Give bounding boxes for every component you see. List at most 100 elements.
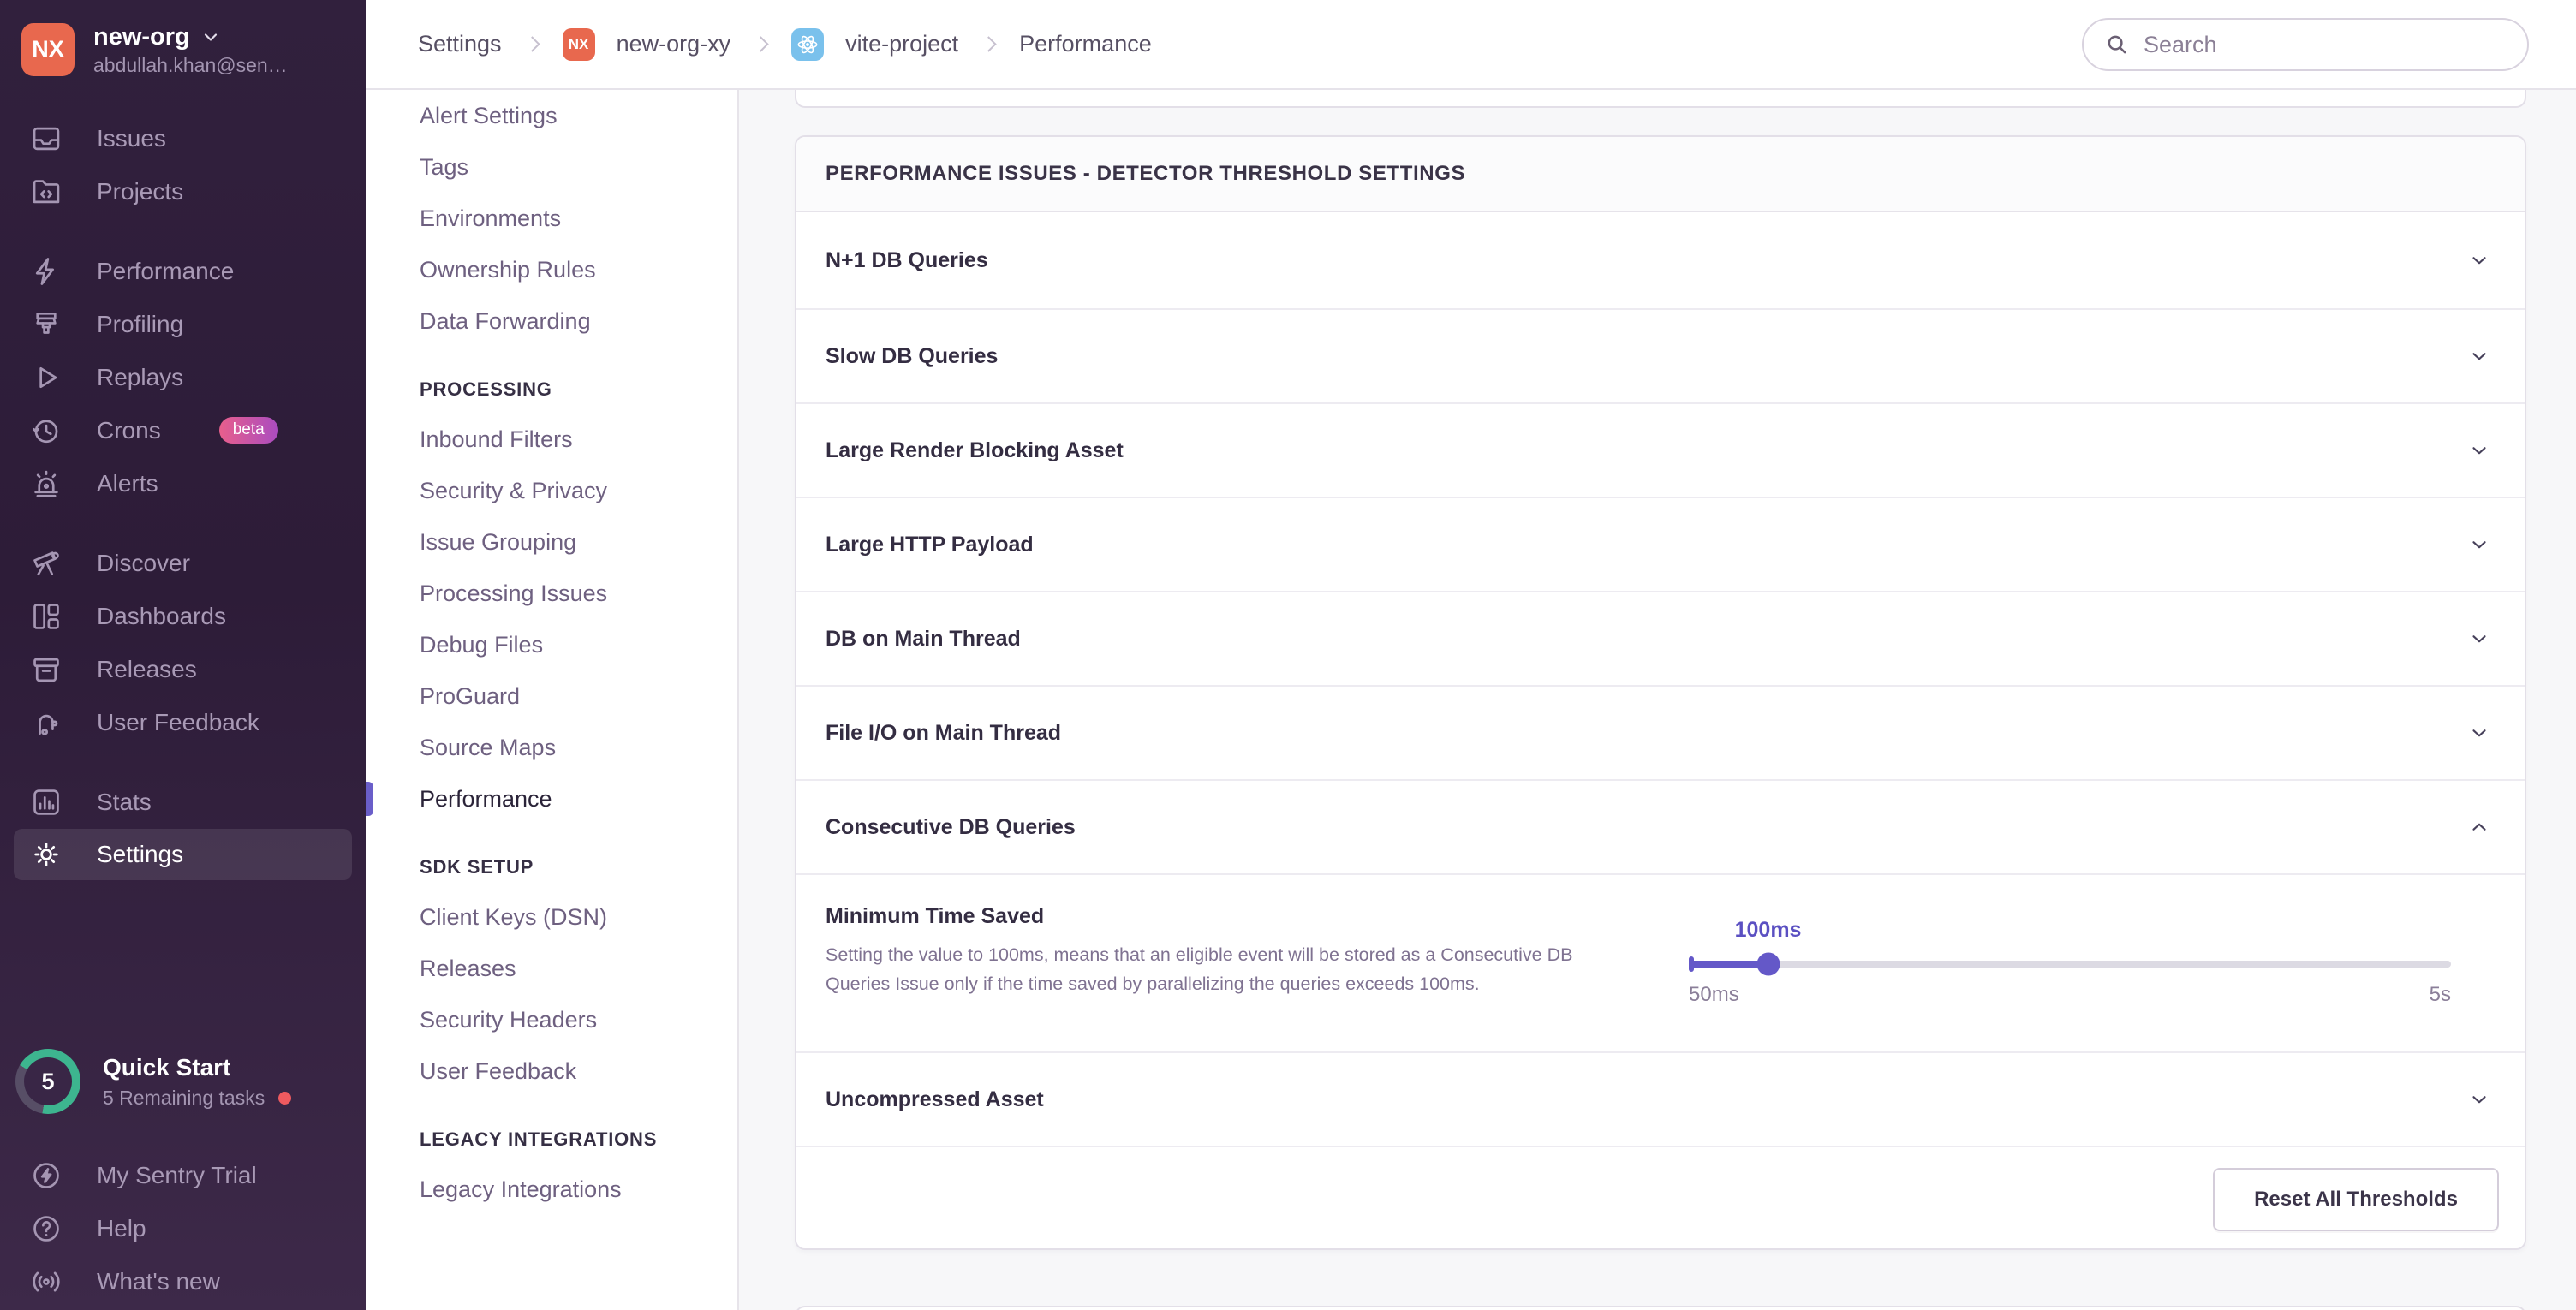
slider-track[interactable]	[1689, 961, 2451, 968]
help-icon	[30, 1212, 63, 1245]
settings-nav-security-headers[interactable]: Security Headers	[366, 994, 737, 1045]
sidebar-item-discover[interactable]: Discover	[0, 537, 366, 590]
search-box[interactable]	[2082, 18, 2529, 71]
sidebar-item-label: User Feedback	[97, 709, 259, 736]
reset-all-thresholds-button[interactable]: Reset All Thresholds	[2213, 1168, 2499, 1231]
previous-panel-stub	[795, 90, 2526, 108]
sidebar-item-label: Discover	[97, 550, 190, 577]
quick-start[interactable]: 5 Quick Start 5 Remaining tasks	[15, 1049, 291, 1114]
issues-icon	[30, 122, 63, 155]
accordion-row-label: N+1 DB Queries	[826, 248, 988, 273]
settings-nav-processing-issues[interactable]: Processing Issues	[366, 568, 737, 619]
org-badge: NX	[563, 28, 595, 61]
sidebar-item-label: Performance	[97, 258, 234, 285]
accordion-row-n-plus-1-db-queries[interactable]: N+1 DB Queries	[796, 212, 2525, 308]
chevron-down-icon	[2468, 1088, 2490, 1111]
chevron-right-icon	[753, 36, 768, 51]
sidebar-item-user-feedback[interactable]: User Feedback	[0, 696, 366, 749]
main-content: PERFORMANCE ISSUES - DETECTOR THRESHOLD …	[739, 90, 2576, 1310]
top-bar: Settings NX new-org-xy vite-project Perf…	[366, 0, 2576, 90]
trial-icon	[30, 1159, 63, 1192]
search-icon	[2104, 32, 2130, 57]
breadcrumb-settings[interactable]: Settings	[418, 31, 502, 57]
app-root: NX new-org abdullah.khan@sen… Issues Pro…	[0, 0, 2576, 1310]
react-project-icon	[791, 28, 824, 61]
breadcrumb-page[interactable]: Performance	[1019, 31, 1152, 57]
settings-nav-releases[interactable]: Releases	[366, 943, 737, 994]
sidebar-item-label: Alerts	[97, 470, 158, 497]
clock-icon	[30, 414, 63, 447]
settings-nav-debug-files[interactable]: Debug Files	[366, 619, 737, 670]
breadcrumb-project[interactable]: vite-project	[845, 31, 958, 57]
settings-nav-environments[interactable]: Environments	[366, 193, 737, 244]
panel-title: PERFORMANCE ISSUES - DETECTOR THRESHOLD …	[796, 137, 2525, 212]
accordion-row-large-http-payload[interactable]: Large HTTP Payload	[796, 497, 2525, 591]
sidebar-item-dashboards[interactable]: Dashboards	[0, 590, 366, 643]
settings-nav-performance[interactable]: Performance	[366, 773, 737, 825]
search-input[interactable]	[2142, 31, 2519, 59]
panel-footer: Reset All Thresholds	[796, 1146, 2525, 1250]
slider-max-label: 5s	[2430, 983, 2451, 1007]
settings-nav-proguard[interactable]: ProGuard	[366, 670, 737, 722]
sidebar-footer: My Sentry Trial Help What's new	[0, 1149, 366, 1308]
accordion-row-label: Uncompressed Asset	[826, 1087, 1044, 1112]
org-switcher[interactable]: NX new-org abdullah.khan@sen…	[0, 0, 366, 77]
settings-nav-source-maps[interactable]: Source Maps	[366, 722, 737, 773]
slider-handle[interactable]	[1756, 953, 1780, 976]
slider-start-cap	[1689, 956, 1694, 972]
telescope-icon	[30, 547, 63, 580]
breadcrumb-org[interactable]: new-org-xy	[617, 31, 731, 57]
settings-nav-legacy-integrations[interactable]: Legacy Integrations	[366, 1164, 737, 1215]
sidebar-item-help[interactable]: Help	[0, 1202, 366, 1255]
sidebar-item-alerts[interactable]: Alerts	[0, 457, 366, 510]
sidebar-item-replays[interactable]: Replays	[0, 351, 366, 404]
sidebar-item-label: Profiling	[97, 311, 183, 338]
sidebar-item-issues[interactable]: Issues	[0, 112, 366, 165]
setting-label: Minimum Time Saved	[826, 904, 1044, 929]
next-panel-stub	[795, 1306, 2526, 1310]
accordion-row-large-render-blocking-asset[interactable]: Large Render Blocking Asset	[796, 402, 2525, 497]
settings-nav-tags[interactable]: Tags	[366, 141, 737, 193]
accordion-row-label: Large HTTP Payload	[826, 533, 1034, 557]
sidebar-item-releases[interactable]: Releases	[0, 643, 366, 696]
sidebar-item-stats[interactable]: Stats	[0, 776, 366, 829]
play-icon	[30, 361, 63, 394]
minimum-time-saved-slider: 100ms 50ms 5s	[1689, 875, 2451, 1051]
settings-nav-inbound-filters[interactable]: Inbound Filters	[366, 414, 737, 465]
settings-nav-ownership-rules[interactable]: Ownership Rules	[366, 244, 737, 295]
accordion-row-file-io-on-main-thread[interactable]: File I/O on Main Thread	[796, 685, 2525, 779]
chevron-down-icon	[2468, 249, 2490, 271]
sidebar-item-label: Replays	[97, 364, 183, 391]
org-name: new-org	[93, 22, 190, 52]
accordion-row-uncompressed-asset[interactable]: Uncompressed Asset	[796, 1051, 2525, 1146]
sidebar-item-profiling[interactable]: Profiling	[0, 298, 366, 351]
broadcast-icon	[30, 1265, 63, 1298]
gear-icon	[30, 838, 63, 871]
sidebar-item-label: Settings	[97, 841, 183, 868]
settings-nav-alert-settings[interactable]: Alert Settings	[366, 90, 737, 141]
settings-nav-data-forwarding[interactable]: Data Forwarding	[366, 295, 737, 347]
sidebar-item-label: Projects	[97, 178, 183, 205]
chevron-right-icon	[524, 36, 540, 51]
sidebar-item-my-sentry-trial[interactable]: My Sentry Trial	[0, 1149, 366, 1202]
settings-nav-issue-grouping[interactable]: Issue Grouping	[366, 516, 737, 568]
accordion-row-slow-db-queries[interactable]: Slow DB Queries	[796, 308, 2525, 402]
sidebar-item-settings[interactable]: Settings	[14, 829, 352, 880]
sidebar-item-performance[interactable]: Performance	[0, 245, 366, 298]
quick-start-subtitle: 5 Remaining tasks	[103, 1087, 265, 1110]
settings-nav-security-privacy[interactable]: Security & Privacy	[366, 465, 737, 516]
settings-nav-client-keys[interactable]: Client Keys (DSN)	[366, 891, 737, 943]
sidebar-item-projects[interactable]: Projects	[0, 165, 366, 218]
accordion-row-db-on-main-thread[interactable]: DB on Main Thread	[796, 591, 2525, 685]
quick-start-title: Quick Start	[103, 1054, 291, 1081]
sidebar-item-crons[interactable]: Crons beta	[0, 404, 366, 457]
sidebar-item-label: My Sentry Trial	[97, 1162, 257, 1189]
accordion-row-label: DB on Main Thread	[826, 627, 1021, 652]
sidebar-item-whats-new[interactable]: What's new	[0, 1255, 366, 1308]
chevron-up-icon	[2468, 816, 2490, 838]
user-email: abdullah.khan@sen…	[93, 54, 288, 77]
settings-nav-user-feedback[interactable]: User Feedback	[366, 1045, 737, 1097]
accordion-row-consecutive-db-queries[interactable]: Consecutive DB Queries	[796, 779, 2525, 873]
sidebar-item-label: Dashboards	[97, 603, 226, 630]
chevron-down-icon	[2468, 628, 2490, 650]
